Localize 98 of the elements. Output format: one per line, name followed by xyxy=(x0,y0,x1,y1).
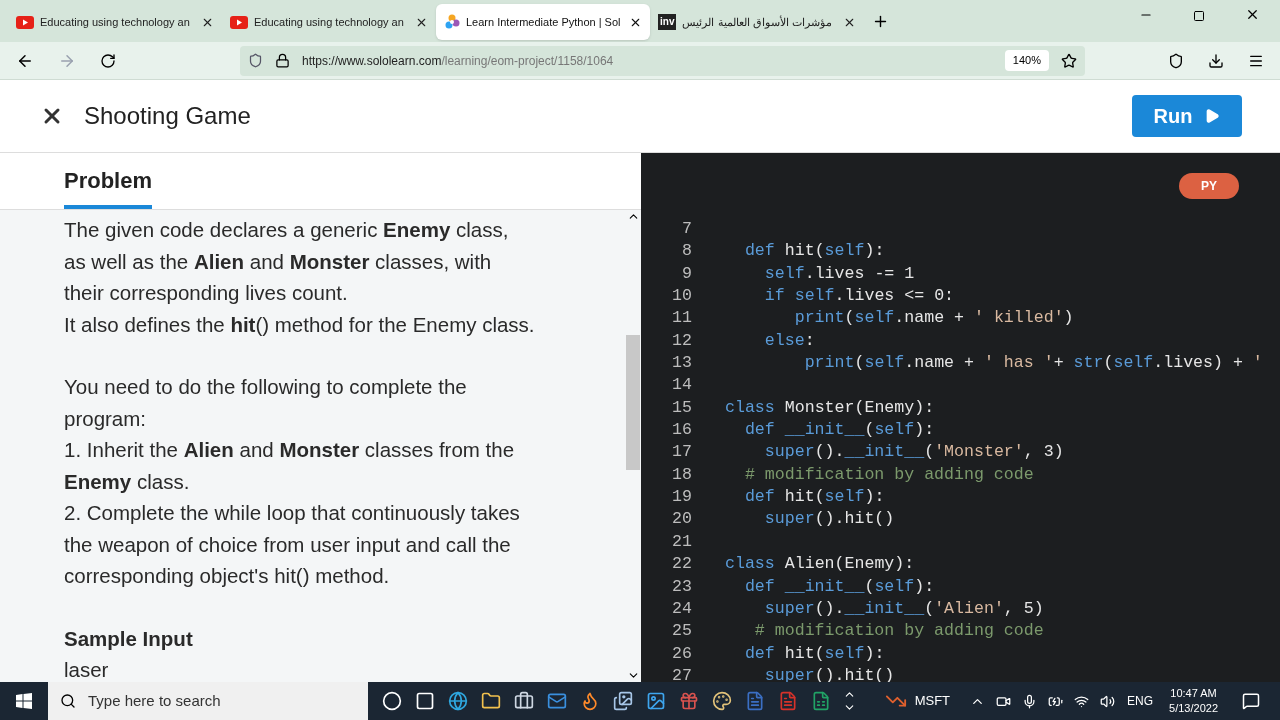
line-number: 16 xyxy=(671,419,692,442)
code-line: def hit(self): xyxy=(743,486,885,509)
browser-icon[interactable] xyxy=(448,691,468,711)
problem-text: laser xyxy=(64,657,110,683)
line-number: 9 xyxy=(681,262,692,285)
url-text: https://www.sololearn.com/learning/eom-project/1158/1064 xyxy=(302,52,614,70)
problem-text: 2. Complete the while loop that continuously takes the weapon of choice from user input and call the corresponding object's hit() method. xyxy=(64,500,521,589)
code-line: super().__init__('Monster', 3) xyxy=(763,441,1064,464)
task-view-icon[interactable] xyxy=(415,691,435,711)
site-logo-icon: inv xyxy=(658,14,677,30)
zoom-level[interactable]: 140% xyxy=(1004,50,1049,71)
search-icon xyxy=(60,693,76,709)
volume-icon[interactable] xyxy=(1100,693,1116,709)
line-number: 18 xyxy=(671,463,692,486)
maximize-icon[interactable] xyxy=(1193,10,1205,22)
code-line: super().hit() xyxy=(763,508,895,531)
taskbar-clock[interactable]: 10:47 AM 5/13/2022 xyxy=(1169,686,1218,716)
spreadsheet-icon[interactable] xyxy=(811,691,831,711)
code-line: def hit(self): xyxy=(743,240,885,263)
new-tab-icon[interactable] xyxy=(872,13,889,30)
page-title: Shooting Game xyxy=(84,101,251,131)
problem-text: The given code declares a generic Enemy class, as well as the Alien and Monster classes, with their corresponding lives count. xyxy=(64,217,510,306)
language-badge[interactable]: PY xyxy=(1179,172,1239,199)
download-icon[interactable] xyxy=(1208,52,1224,69)
code-line: class Alien(Enemy): xyxy=(725,553,915,576)
wifi-icon[interactable] xyxy=(1074,693,1090,709)
pdf-icon[interactable] xyxy=(778,691,798,711)
folder-icon[interactable] xyxy=(481,691,501,711)
code-line: if self.lives <= 0: xyxy=(763,285,955,308)
browser-tab[interactable]: Learn Intermediate Python | Sol xyxy=(436,4,650,40)
document-icon[interactable] xyxy=(745,691,765,711)
shield-icon xyxy=(248,53,263,68)
problem-text: 1. Inherit the Alien and Monster classes from the Enemy class. xyxy=(64,437,516,495)
line-number: 7 xyxy=(681,218,692,240)
tab-title: Learn Intermediate Python | Sol xyxy=(466,14,622,30)
browser-tab[interactable]: Educating using technology an xyxy=(222,4,436,40)
gift-icon[interactable] xyxy=(679,691,699,711)
line-number: 25 xyxy=(671,620,692,643)
tab-title: Educating using technology an xyxy=(254,14,405,30)
photos-icon[interactable] xyxy=(613,691,633,711)
tab-title: Educating using technology an xyxy=(40,14,191,30)
code-line: print(self.name + ' has '+ str(self.lives) + ' xyxy=(803,352,1263,375)
line-number: 20 xyxy=(671,508,692,531)
code-line: print(self.name + ' killed') xyxy=(793,307,1074,330)
video-logo-icon xyxy=(230,15,248,29)
run-button[interactable]: Run xyxy=(1132,95,1242,137)
play-icon xyxy=(1204,108,1221,124)
briefcase-icon[interactable] xyxy=(514,691,534,711)
reload-icon[interactable] xyxy=(100,52,116,69)
code-line: # modification by adding code xyxy=(743,463,1034,486)
code-line: class Monster(Enemy): xyxy=(725,396,935,419)
line-number: 19 xyxy=(671,486,692,509)
line-number: 11 xyxy=(671,307,692,330)
code-line: else: xyxy=(763,329,815,352)
swirl-logo-icon xyxy=(444,14,460,30)
code-line: def __init__(self): xyxy=(743,419,935,442)
problem-text: You need to do the following to complete the program: xyxy=(64,374,468,432)
bookmark-star-icon[interactable] xyxy=(1061,52,1077,69)
line-number: 27 xyxy=(671,664,692,682)
microphone-icon[interactable] xyxy=(1022,693,1038,709)
line-number: 13 xyxy=(671,352,692,375)
stock-ticker[interactable]: MSFT xyxy=(914,691,951,711)
section-heading: Sample Input xyxy=(64,625,194,652)
taskbar-search-field[interactable]: Type here to search xyxy=(48,682,368,720)
search-placeholder: Type here to search xyxy=(88,690,221,711)
line-number: 24 xyxy=(671,597,692,620)
windows-logo-icon[interactable] xyxy=(16,693,32,709)
browser-tab[interactable]: Educating using technology an xyxy=(8,4,222,40)
line-number: 22 xyxy=(671,553,692,576)
problem-tab[interactable]: Problem xyxy=(64,164,153,209)
line-number: 15 xyxy=(671,396,692,419)
tab-title: مؤشرات الأسواق العالمية الرئيس xyxy=(682,14,833,31)
image-icon[interactable] xyxy=(646,691,666,711)
code-line: super().__init__('Alien', 5) xyxy=(763,597,1044,620)
video-logo-icon xyxy=(16,15,34,29)
circle-icon[interactable] xyxy=(382,691,402,711)
address-bar[interactable]: https://www.sololearn.com/learning/eom-project/1158/1064 140% xyxy=(240,45,1085,76)
notifications-icon[interactable] xyxy=(1242,692,1260,710)
line-number: 10 xyxy=(671,285,692,308)
line-number: 26 xyxy=(671,642,692,665)
flame-icon[interactable] xyxy=(580,691,600,711)
lock-icon xyxy=(275,53,290,68)
line-number: 12 xyxy=(671,329,692,352)
code-line: def __init__(self): xyxy=(743,575,935,598)
code-line: def hit(self): xyxy=(743,642,885,665)
code-line: self.lives -= 1 xyxy=(763,262,915,285)
problem-text: It also defines the hit() method for the Enemy class. xyxy=(64,311,535,338)
input-language[interactable]: ENG xyxy=(1127,692,1154,710)
line-number: 8 xyxy=(681,240,692,263)
mail-icon[interactable] xyxy=(547,691,567,711)
line-number: 21 xyxy=(671,530,692,553)
line-number: 23 xyxy=(671,575,692,598)
palette-icon[interactable] xyxy=(712,691,732,711)
line-number: 17 xyxy=(671,441,692,464)
code-line: # modification by adding code xyxy=(753,620,1044,643)
close-window-icon[interactable] xyxy=(1245,7,1260,22)
line-number: 14 xyxy=(671,374,692,397)
scrollbar-thumb[interactable] xyxy=(626,335,640,470)
